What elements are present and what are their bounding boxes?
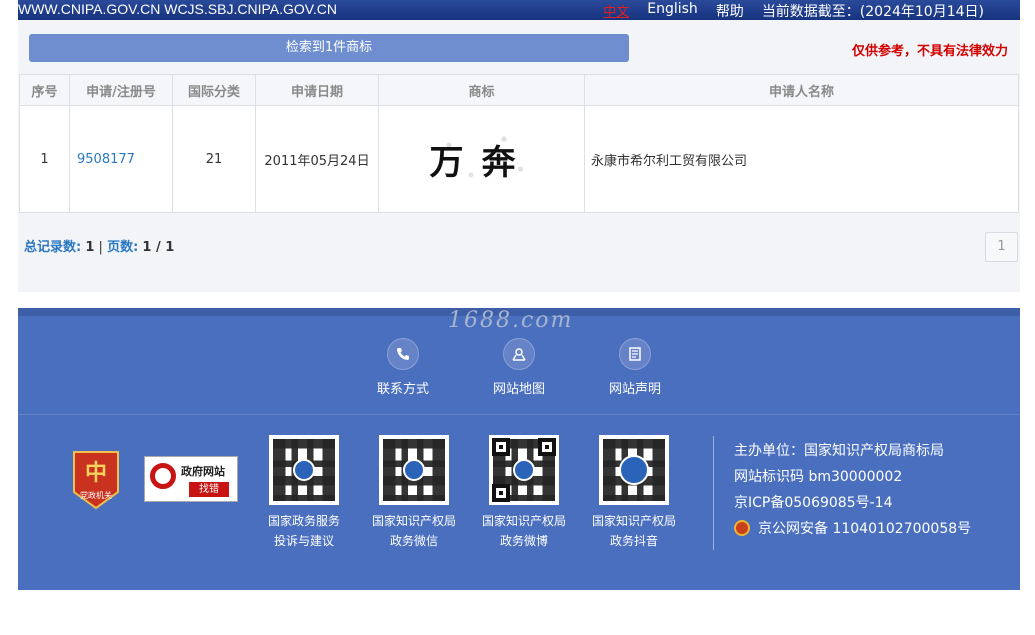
- qr-douyin[interactable]: 国家知识产权局 政务抖音: [584, 435, 684, 551]
- qr-label-line1: 国家知识产权局: [481, 514, 566, 528]
- phone-icon: [387, 338, 419, 370]
- qr-code-icon: [379, 435, 449, 505]
- icp-link[interactable]: 京ICP备05069085号-14: [734, 490, 971, 516]
- police-badge-icon: [734, 520, 750, 536]
- help-link[interactable]: 帮助: [716, 1, 744, 21]
- badge-text: 党政机关: [80, 490, 112, 500]
- header-index: 序号: [19, 74, 70, 106]
- trademark-image[interactable]: 万奔: [426, 127, 537, 187]
- cell-date: 2011年05月24日: [255, 105, 379, 213]
- statement-label: 网站声明: [608, 382, 661, 397]
- trademark-text: 万奔: [429, 143, 534, 183]
- statement-link[interactable]: 网站声明: [595, 338, 675, 397]
- footer-vertical-divider: [713, 436, 714, 550]
- header-reg-no: 申请/注册号: [69, 74, 173, 106]
- cell-mark[interactable]: 万奔: [378, 105, 585, 213]
- qr-weibo[interactable]: 国家知识产权局 政务微博: [474, 435, 574, 551]
- cell-class: 21: [172, 105, 256, 213]
- table-header-row: 序号 申请/注册号 国际分类 申请日期 商标 申请人名称: [19, 74, 1019, 106]
- police-text: 京公网安备 11040102700058号: [758, 521, 972, 537]
- magnifier-icon: [150, 463, 176, 489]
- qr-label-line1: 国家政务服务: [267, 514, 340, 528]
- party-gov-badge-icon[interactable]: 中 党政机关: [70, 448, 122, 512]
- qr-code-icon: [269, 435, 339, 505]
- contact-link[interactable]: 联系方式: [363, 338, 443, 397]
- qr-label-line2: 政务抖音: [609, 534, 658, 548]
- header-applicant: 申请人名称: [584, 74, 1019, 106]
- results-table: 序号 申请/注册号 国际分类 申请日期 商标 申请人名称 1 9508177 2…: [19, 74, 1019, 213]
- host-info: 主办单位：国家知识产权局商标局 网站标识码 bm30000002 京ICP备05…: [734, 438, 971, 542]
- qr-wechat[interactable]: 国家知识产权局 政务微信: [364, 435, 464, 551]
- header-date: 申请日期: [255, 74, 379, 106]
- result-panel: 检索到1件商标 仅供参考，不具有法律效力 序号 申请/注册号 国际分类 申请日期…: [18, 20, 1020, 292]
- cell-index: 1: [19, 105, 70, 213]
- cell-applicant: 永康市希尔利工贸有限公司: [584, 105, 1019, 213]
- lang-english-link[interactable]: English: [647, 1, 698, 21]
- pages-label: 页数:: [107, 240, 139, 255]
- result-summary: 检索到1件商标: [29, 34, 629, 62]
- qr-label-line2: 政务微博: [499, 534, 548, 548]
- qr-gov-service[interactable]: 国家政务服务 投诉与建议: [254, 435, 354, 551]
- footer-links: 联系方式 网站地图 网站声明: [18, 338, 1020, 418]
- total-value: 1: [85, 240, 95, 255]
- map-pin-icon: [503, 338, 535, 370]
- document-icon: [619, 338, 651, 370]
- cell-reg-no[interactable]: 9508177: [69, 105, 173, 213]
- table-row[interactable]: 1 9508177 21 2011年05月24日 万奔 永康市希尔利工贸有限公司: [19, 105, 1019, 213]
- site-footer: 1688.com 联系方式 网站地图 网站声明 中 党政机关 政府网站 找错 国…: [18, 308, 1020, 590]
- site-id: 网站标识码 bm30000002: [734, 469, 903, 485]
- page-button[interactable]: 1: [985, 232, 1018, 262]
- sitemap-label: 网站地图: [492, 382, 545, 397]
- contact-label: 联系方式: [376, 382, 429, 397]
- qr-code-icon: [599, 435, 669, 505]
- header-mark: 商标: [378, 74, 585, 106]
- top-bar-menu: 中文 English 帮助 当前数据截至：(2024年10月14日): [603, 1, 984, 21]
- top-bar: WWW.CNIPA.GOV.CN WCJS.SBJ.CNIPA.GOV.CN 中…: [18, 0, 1020, 20]
- govfix-button: 找错: [189, 482, 229, 497]
- reg-no-link[interactable]: 9508177: [77, 152, 135, 167]
- watermark: 1688.com: [448, 308, 574, 333]
- lang-chinese-link[interactable]: 中文: [603, 1, 629, 21]
- total-label: 总记录数:: [24, 240, 82, 255]
- svg-text:中: 中: [85, 460, 107, 486]
- pagination-separator: |: [98, 240, 103, 255]
- police-record[interactable]: 京公网安备 11040102700058号: [734, 516, 971, 542]
- host-unit: 主办单位：国家知识产权局商标局: [734, 443, 944, 459]
- disclaimer: 仅供参考，不具有法律效力: [851, 44, 1008, 59]
- pagination-info: 总记录数: 1 | 页数: 1 / 1: [24, 236, 174, 255]
- qr-label-line2: 投诉与建议: [273, 534, 334, 548]
- gov-site-error-report[interactable]: 政府网站 找错: [144, 456, 238, 502]
- sitemap-link[interactable]: 网站地图: [479, 338, 559, 397]
- header-class: 国际分类: [172, 74, 256, 106]
- govfix-title: 政府网站: [181, 465, 225, 478]
- qr-label-line2: 政务微信: [389, 534, 438, 548]
- pages-value: 1 / 1: [142, 240, 175, 255]
- site-domains: WWW.CNIPA.GOV.CN WCJS.SBJ.CNIPA.GOV.CN: [18, 1, 337, 17]
- qr-label-line1: 国家知识产权局: [371, 514, 456, 528]
- qr-label-line1: 国家知识产权局: [591, 514, 676, 528]
- data-date: 当前数据截至：(2024年10月14日): [761, 4, 984, 20]
- footer-divider: [18, 414, 1020, 415]
- qr-code-icon: [489, 435, 559, 505]
